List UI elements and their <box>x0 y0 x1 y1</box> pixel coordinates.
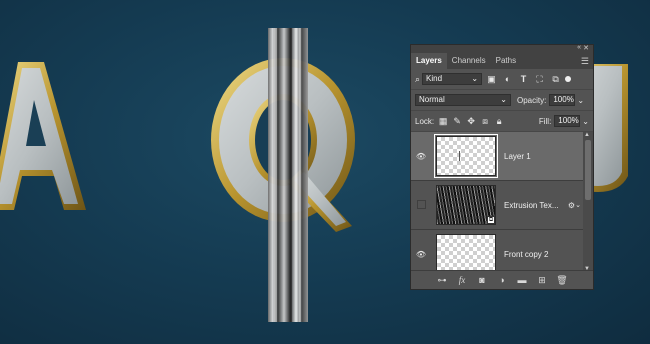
kind-dropdown[interactable]: Kind ⌄ <box>422 73 483 85</box>
layers-list: 👁︎ Layer 1 ⧉ Extrusion Tex... ⚙ ⌄ 👁︎ Fro… <box>411 132 583 272</box>
layer-name[interactable]: Layer 1 <box>504 152 531 161</box>
close-icon[interactable]: ✕ <box>583 44 589 52</box>
opacity-input[interactable]: 100% <box>549 94 576 106</box>
collapse-icon[interactable]: « <box>577 44 581 51</box>
lock-row: Lock: ▦ ✎ ✥ ⧈ 🔒︎ Fill: 100% ⌄ <box>411 111 593 132</box>
panel-bottom-bar: ⊶ fx ◙ ◑ ▬ ⊞ 🗑︎ <box>411 270 593 289</box>
new-layer-icon[interactable]: ⊞ <box>536 274 548 286</box>
filter-toggle-icon[interactable] <box>565 76 572 82</box>
lock-position-icon[interactable]: ✥ <box>465 116 477 127</box>
layer-thumbnail[interactable] <box>434 134 498 178</box>
chevron-down-icon: ⌄ <box>471 74 479 83</box>
layer-name[interactable]: Front copy 2 <box>504 250 548 259</box>
fill-label: Fill: <box>538 116 552 126</box>
chevron-down-icon: ⌄ <box>500 95 507 104</box>
layers-scrollbar[interactable]: ▲ ▼ <box>583 132 593 272</box>
add-mask-icon[interactable]: ◙ <box>476 274 488 286</box>
scrollbar-thumb[interactable] <box>585 140 591 200</box>
chevron-down-icon[interactable]: ⌄ <box>575 201 581 209</box>
lock-all-icon[interactable]: 🔒︎ <box>493 116 505 127</box>
fill-input[interactable]: 100% <box>554 115 581 127</box>
smart-object-badge-icon: ⧉ <box>487 216 495 224</box>
chevron-down-icon[interactable]: ⌄ <box>582 117 589 126</box>
type-filter-icon[interactable]: T <box>517 73 530 86</box>
kind-label: Kind <box>426 74 443 83</box>
fill-value: 100% <box>558 116 579 125</box>
link-layers-icon[interactable]: ⊶ <box>436 274 448 286</box>
lock-artboard-icon[interactable]: ⧈ <box>479 116 491 127</box>
layer-row[interactable]: 👁︎ Layer 1 <box>411 132 583 181</box>
blend-row: Normal ⌄ Opacity: 100% ⌄ <box>411 90 593 111</box>
filter-row: ⌕ Kind ⌄ ▣ ◐ T ⛶ ⧉ <box>411 69 593 90</box>
layer-thumbnail[interactable]: ⧉ <box>436 185 496 225</box>
layer-row[interactable]: 👁︎ Front copy 2 <box>411 230 583 272</box>
tab-layers[interactable]: Layers <box>411 53 447 69</box>
shape-filter-icon[interactable]: ⛶ <box>533 73 546 86</box>
adjustment-layer-icon[interactable]: ◑ <box>496 274 508 286</box>
scroll-up-icon[interactable]: ▲ <box>584 132 590 138</box>
panel-tabs: Layers Channels Paths ☰ <box>411 53 593 69</box>
adjustment-filter-icon[interactable]: ◐ <box>501 73 514 86</box>
image-filter-icon[interactable]: ▣ <box>485 73 498 86</box>
chevron-down-icon[interactable]: ⌄ <box>577 96 584 105</box>
blend-mode-value: Normal <box>419 95 445 104</box>
smart-object-filter-icon[interactable]: ⧉ <box>549 73 562 86</box>
blend-mode-dropdown[interactable]: Normal ⌄ <box>415 94 511 106</box>
opacity-value: 100% <box>553 95 574 104</box>
search-icon: ⌕ <box>415 73 421 84</box>
layer-row[interactable]: ⧉ Extrusion Tex... ⚙ ⌄ <box>411 181 583 230</box>
delete-layer-icon[interactable]: 🗑︎ <box>556 274 568 286</box>
lock-image-icon[interactable]: ✎ <box>451 116 463 127</box>
layer-thumbnail[interactable] <box>436 234 496 272</box>
letter-a <box>0 62 86 210</box>
tab-channels[interactable]: Channels <box>447 53 491 69</box>
visibility-off-box[interactable] <box>411 200 431 211</box>
visibility-eye-icon[interactable]: 👁︎ <box>411 250 431 259</box>
lock-transparent-icon[interactable]: ▦ <box>437 116 449 127</box>
new-group-icon[interactable]: ▬ <box>516 274 528 286</box>
fx-icon[interactable]: fx <box>456 274 468 286</box>
panel-topbar[interactable]: « ✕ <box>411 44 593 53</box>
lock-label: Lock: <box>415 116 435 126</box>
layer-content-mark <box>459 151 460 161</box>
tab-paths[interactable]: Paths <box>491 53 521 69</box>
opacity-label: Opacity: <box>517 95 547 105</box>
layer-name[interactable]: Extrusion Tex... <box>504 201 559 210</box>
layer-effects-icon[interactable]: ⚙ <box>568 201 575 210</box>
panel-menu-icon[interactable]: ☰ <box>581 56 589 67</box>
visibility-eye-icon[interactable]: 👁︎ <box>411 152 431 161</box>
layers-panel: « ✕ Layers Channels Paths ☰ ⌕ Kind ⌄ ▣ ◐… <box>410 44 594 290</box>
